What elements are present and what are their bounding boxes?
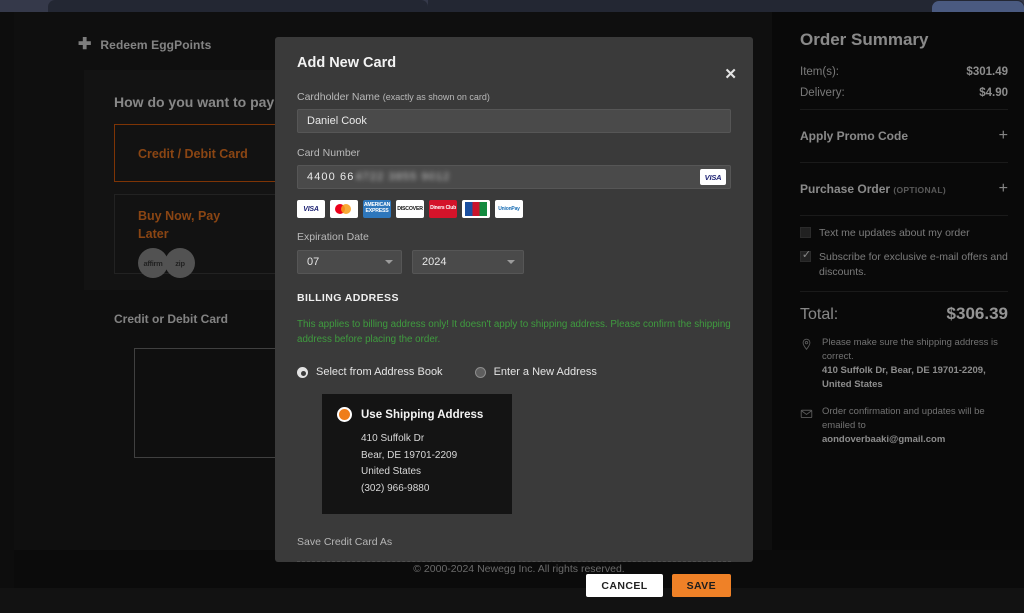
billing-address-warning: This applies to billing address only! It… xyxy=(297,319,731,346)
chevron-down-icon xyxy=(507,260,515,264)
card-number-input[interactable]: 4400 66 4722 3855 9012 xyxy=(297,165,731,189)
address-card-lines: 410 Suffolk Dr Bear, DE 19701-2209 Unite… xyxy=(361,431,497,497)
dialog-body: ✕ Add New Card Cardholder Name (exactly … xyxy=(275,37,753,548)
save-credit-card-as-label: Save Credit Card As xyxy=(297,536,393,549)
diners-club-icon: Diners Club xyxy=(429,200,457,218)
radio-enter-new-address[interactable] xyxy=(474,366,486,378)
browser-tab-strip xyxy=(0,0,1024,12)
accepted-card-brands: VISA AMERICAN EXPRESS DISCOVER Diners Cl… xyxy=(297,200,731,218)
discover-icon: DISCOVER xyxy=(396,200,424,218)
radio-select-from-address-book[interactable] xyxy=(297,366,308,378)
checkout-page: ✚ Redeem EggPoints How do you want to pa… xyxy=(0,12,1024,598)
visa-brand-badge-icon: VISA xyxy=(700,169,726,185)
radio-enter-new-address-label: Enter a New Address xyxy=(493,366,597,379)
save-button[interactable]: SAVE xyxy=(671,574,731,598)
amex-icon: AMERICAN EXPRESS xyxy=(363,200,391,218)
add-new-card-dialog: ✕ Add New Card Cardholder Name (exactly … xyxy=(275,37,753,598)
unionpay-icon: UnionPay xyxy=(495,200,523,218)
address-phone: (302) 966-9880 xyxy=(361,482,430,494)
use-shipping-address-label: Use Shipping Address xyxy=(361,408,484,421)
expiration-month-select[interactable]: 07 xyxy=(297,250,402,274)
jcb-icon xyxy=(462,200,490,218)
address-line-2: Bear, DE 19701-2209 xyxy=(361,449,458,461)
radio-use-shipping-address[interactable] xyxy=(337,407,352,423)
expiration-year-value: 2024 xyxy=(422,256,447,268)
expiration-year-select[interactable]: 2024 xyxy=(412,250,524,274)
address-line-3: United States xyxy=(361,466,422,478)
cardholder-name-input[interactable] xyxy=(297,109,731,133)
browser-tab[interactable] xyxy=(428,0,724,12)
billing-address-mode-row: Select from Address Book Enter a New Add… xyxy=(297,366,731,378)
browser-tab[interactable] xyxy=(48,0,428,12)
mastercard-icon xyxy=(330,200,358,218)
new-tab-button[interactable] xyxy=(932,1,1024,12)
card-number-label: Card Number xyxy=(297,147,361,159)
radio-select-from-address-book-label: Select from Address Book xyxy=(316,366,443,379)
card-number-row: 4400 66 4722 3855 9012 VISA xyxy=(297,165,731,189)
chevron-down-icon xyxy=(385,260,393,264)
expiration-date-label: Expiration Date xyxy=(297,231,369,243)
expiration-date-row: 07 2024 xyxy=(297,250,731,274)
visa-icon: VISA xyxy=(297,200,325,218)
expiration-month-value: 07 xyxy=(307,256,320,268)
address-line-1: 410 Suffolk Dr xyxy=(361,433,425,445)
address-book-card[interactable]: Use Shipping Address 410 Suffolk Dr Bear… xyxy=(322,394,512,515)
billing-address-heading: BILLING ADDRESS xyxy=(297,292,399,304)
cardholder-name-label: Cardholder Name (exactly as shown on car… xyxy=(297,91,490,103)
address-card-header: Use Shipping Address xyxy=(337,407,497,423)
cancel-button[interactable]: CANCEL xyxy=(586,574,663,598)
close-icon[interactable]: ✕ xyxy=(724,67,737,82)
dialog-title: Add New Card xyxy=(297,55,397,71)
card-number-masked-digits: 4722 3855 9012 xyxy=(355,171,451,183)
card-number-visible-digits: 4400 66 xyxy=(307,171,355,183)
cardholder-name-hint: (exactly as shown on card) xyxy=(382,92,490,102)
